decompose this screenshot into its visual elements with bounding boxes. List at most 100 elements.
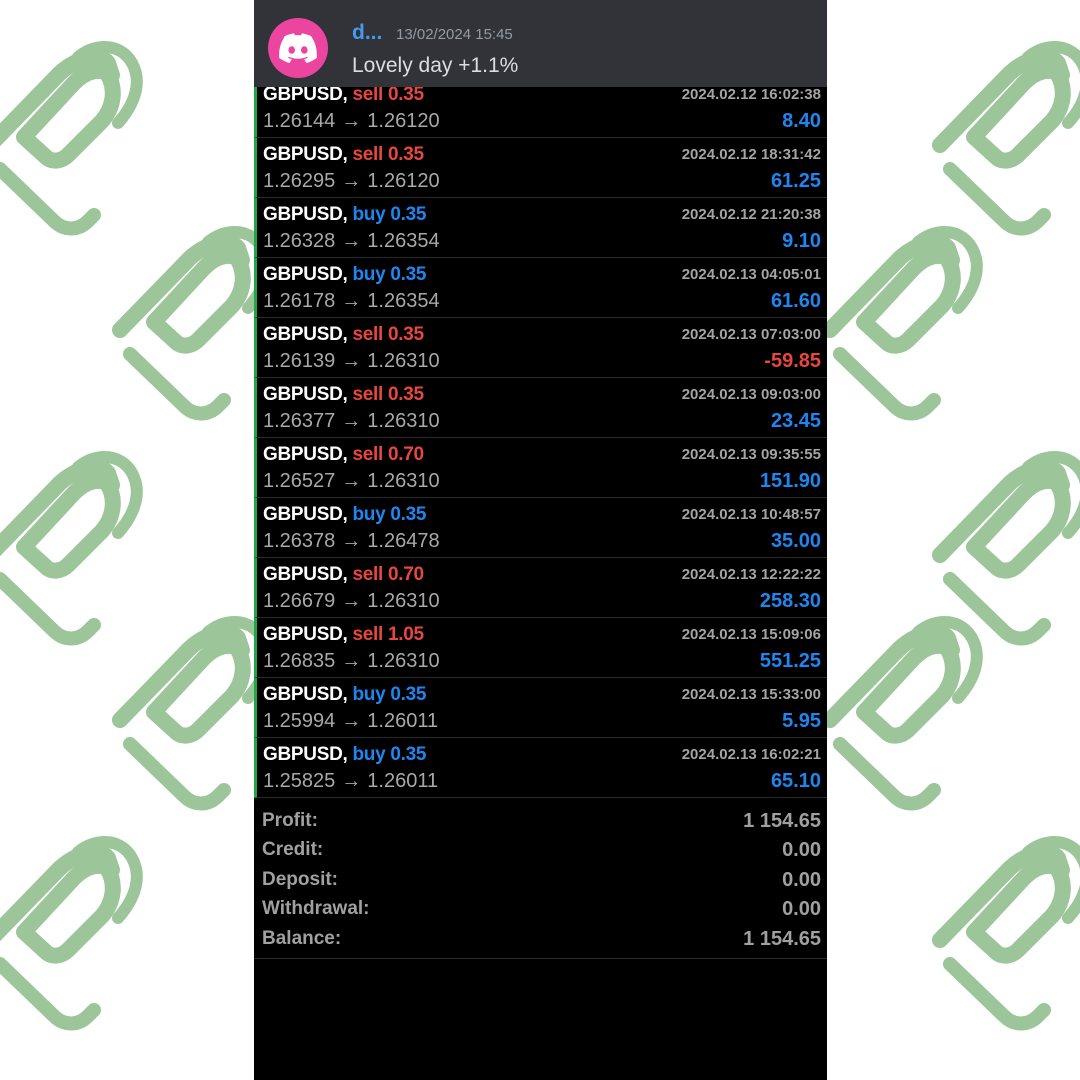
trade-prices: 1.25994 → 1.26011 [263, 710, 438, 733]
trade-row[interactable]: GBPUSD, buy 0.35 2024.02.12 21:20:38 1.2632… [254, 198, 827, 258]
arrow-right-icon: → [341, 110, 362, 132]
lot-size: 0.35 [387, 324, 424, 345]
symbol-label: GBPUSD, [263, 624, 348, 645]
close-price: 1.26310 [367, 410, 440, 432]
trade-row[interactable]: GBPUSD, sell 0.35 2024.02.12 16:02:38 1.261… [254, 78, 827, 138]
arrow-right-icon: → [341, 350, 362, 372]
side-label: sell [352, 84, 383, 105]
summary-row: Deposit: 0.00 [254, 867, 827, 896]
trade-row[interactable]: GBPUSD, buy 0.35 2024.02.13 10:48:57 1.2637… [254, 498, 827, 558]
avatar[interactable] [268, 18, 328, 78]
arrow-right-icon: → [341, 170, 362, 192]
summary-row: Credit: 0.00 [254, 837, 827, 866]
trade-datetime: 2024.02.13 09:03:00 [681, 386, 821, 403]
side-label: buy [352, 504, 386, 525]
message-timestamp: 13/02/2024 15:45 [396, 26, 513, 43]
discord-icon [279, 33, 317, 63]
trade-symbol: GBPUSD, sell 0.35 [263, 324, 424, 346]
horned-logo-icon [0, 457, 137, 639]
arrow-right-icon: → [341, 710, 362, 732]
summary-value: 0.00 [782, 868, 821, 891]
trade-side: sell 1.05 [352, 624, 424, 645]
trade-prices: 1.26139 → 1.26310 [263, 350, 440, 373]
symbol-label: GBPUSD, [263, 84, 348, 105]
trade-profit: 551.25 [759, 650, 821, 672]
trade-profit: 23.45 [770, 410, 821, 432]
trade-datetime: 2024.02.13 04:05:01 [681, 266, 821, 283]
trade-symbol: GBPUSD, sell 0.70 [263, 444, 424, 466]
lot-size: 0.35 [390, 684, 427, 705]
trade-row[interactable]: GBPUSD, sell 1.05 2024.02.13 15:09:06 1.268… [254, 618, 827, 678]
summary-row: Withdrawal: 0.00 [254, 896, 827, 925]
summary-label: Profit: [262, 810, 318, 831]
arrow-right-icon: → [341, 770, 362, 792]
summary-label: Balance: [262, 927, 342, 949]
trade-datetime: 2024.02.13 07:03:00 [681, 326, 821, 343]
side-label: buy [352, 744, 386, 765]
trade-symbol: GBPUSD, buy 0.35 [263, 684, 426, 706]
trade-side: buy 0.35 [352, 264, 426, 285]
trade-row[interactable]: GBPUSD, buy 0.35 2024.02.13 04:05:01 1.2617… [254, 258, 827, 318]
lot-size: 0.35 [387, 144, 424, 165]
trade-datetime: 2024.02.12 16:02:38 [681, 86, 821, 103]
symbol-label: GBPUSD, [263, 444, 348, 465]
horned-logo-icon [120, 232, 267, 414]
lot-size: 0.35 [387, 384, 424, 405]
symbol-label: GBPUSD, [263, 204, 348, 225]
summary-label: Deposit: [262, 868, 338, 890]
trade-row[interactable]: GBPUSD, sell 0.35 2024.02.13 09:03:00 1.263… [254, 378, 827, 438]
symbol-label: GBPUSD, [263, 684, 348, 705]
trade-row[interactable]: GBPUSD, buy 0.35 2024.02.13 16:02:21 1.2582… [254, 738, 827, 798]
arrow-right-icon: → [341, 590, 362, 612]
trade-row[interactable]: GBPUSD, sell 0.70 2024.02.13 12:22:22 1.266… [254, 558, 827, 618]
arrow-right-icon: → [341, 650, 362, 672]
open-price: 1.26378 [263, 530, 336, 552]
trade-side: buy 0.35 [352, 504, 426, 525]
close-price: 1.26354 [367, 230, 440, 252]
close-price: 1.26478 [367, 530, 440, 552]
horned-logo-icon [940, 842, 1080, 1024]
trade-prices: 1.26328 → 1.26354 [263, 230, 440, 253]
trade-datetime: 2024.02.13 16:02:21 [681, 746, 821, 763]
trade-side: buy 0.35 [352, 744, 426, 765]
open-price: 1.25994 [263, 710, 336, 732]
close-price: 1.26354 [367, 290, 440, 312]
trade-datetime: 2024.02.13 09:35:55 [681, 446, 821, 463]
side-label: sell [352, 444, 383, 465]
trade-side: buy 0.35 [352, 204, 426, 225]
side-label: sell [352, 144, 383, 165]
trade-row[interactable]: GBPUSD, sell 0.70 2024.02.13 09:35:55 1.265… [254, 438, 827, 498]
close-price: 1.26310 [367, 590, 440, 612]
open-price: 1.26328 [263, 230, 336, 252]
trade-datetime: 2024.02.13 15:33:00 [681, 686, 821, 703]
trade-row[interactable]: GBPUSD, sell 0.35 2024.02.13 07:03:00 1.261… [254, 318, 827, 378]
horned-logo-icon [0, 47, 137, 229]
open-price: 1.26295 [263, 170, 336, 192]
lot-size: 0.35 [390, 264, 427, 285]
side-label: sell [352, 324, 383, 345]
trade-symbol: GBPUSD, buy 0.35 [263, 504, 426, 526]
close-price: 1.26310 [367, 470, 440, 492]
open-price: 1.26144 [263, 110, 336, 132]
trade-datetime: 2024.02.12 18:31:42 [681, 146, 821, 163]
trade-row[interactable]: GBPUSD, buy 0.35 2024.02.13 15:33:00 1.2599… [254, 678, 827, 738]
symbol-label: GBPUSD, [263, 384, 348, 405]
symbol-label: GBPUSD, [263, 144, 348, 165]
trade-side: sell 0.35 [352, 144, 424, 165]
horned-logo-icon [0, 842, 137, 1024]
open-price: 1.26178 [263, 290, 336, 312]
trade-profit: 65.10 [770, 770, 821, 792]
message-username[interactable]: d... [352, 21, 382, 45]
open-price: 1.26139 [263, 350, 336, 372]
side-label: sell [352, 624, 383, 645]
trade-profit: 35.00 [770, 530, 821, 552]
trade-row[interactable]: GBPUSD, sell 0.35 2024.02.12 18:31:42 1.262… [254, 138, 827, 198]
trade-datetime: 2024.02.13 15:09:06 [681, 626, 821, 643]
trade-symbol: GBPUSD, buy 0.35 [263, 264, 426, 286]
open-price: 1.26527 [263, 470, 336, 492]
trade-profit: 61.60 [770, 290, 821, 312]
trade-side: sell 0.35 [352, 384, 424, 405]
open-price: 1.25825 [263, 770, 336, 792]
close-price: 1.26120 [367, 170, 440, 192]
phone-screen: GBPUSD, sell 0.35 2024.02.12 16:02:38 1.261… [254, 0, 827, 1080]
